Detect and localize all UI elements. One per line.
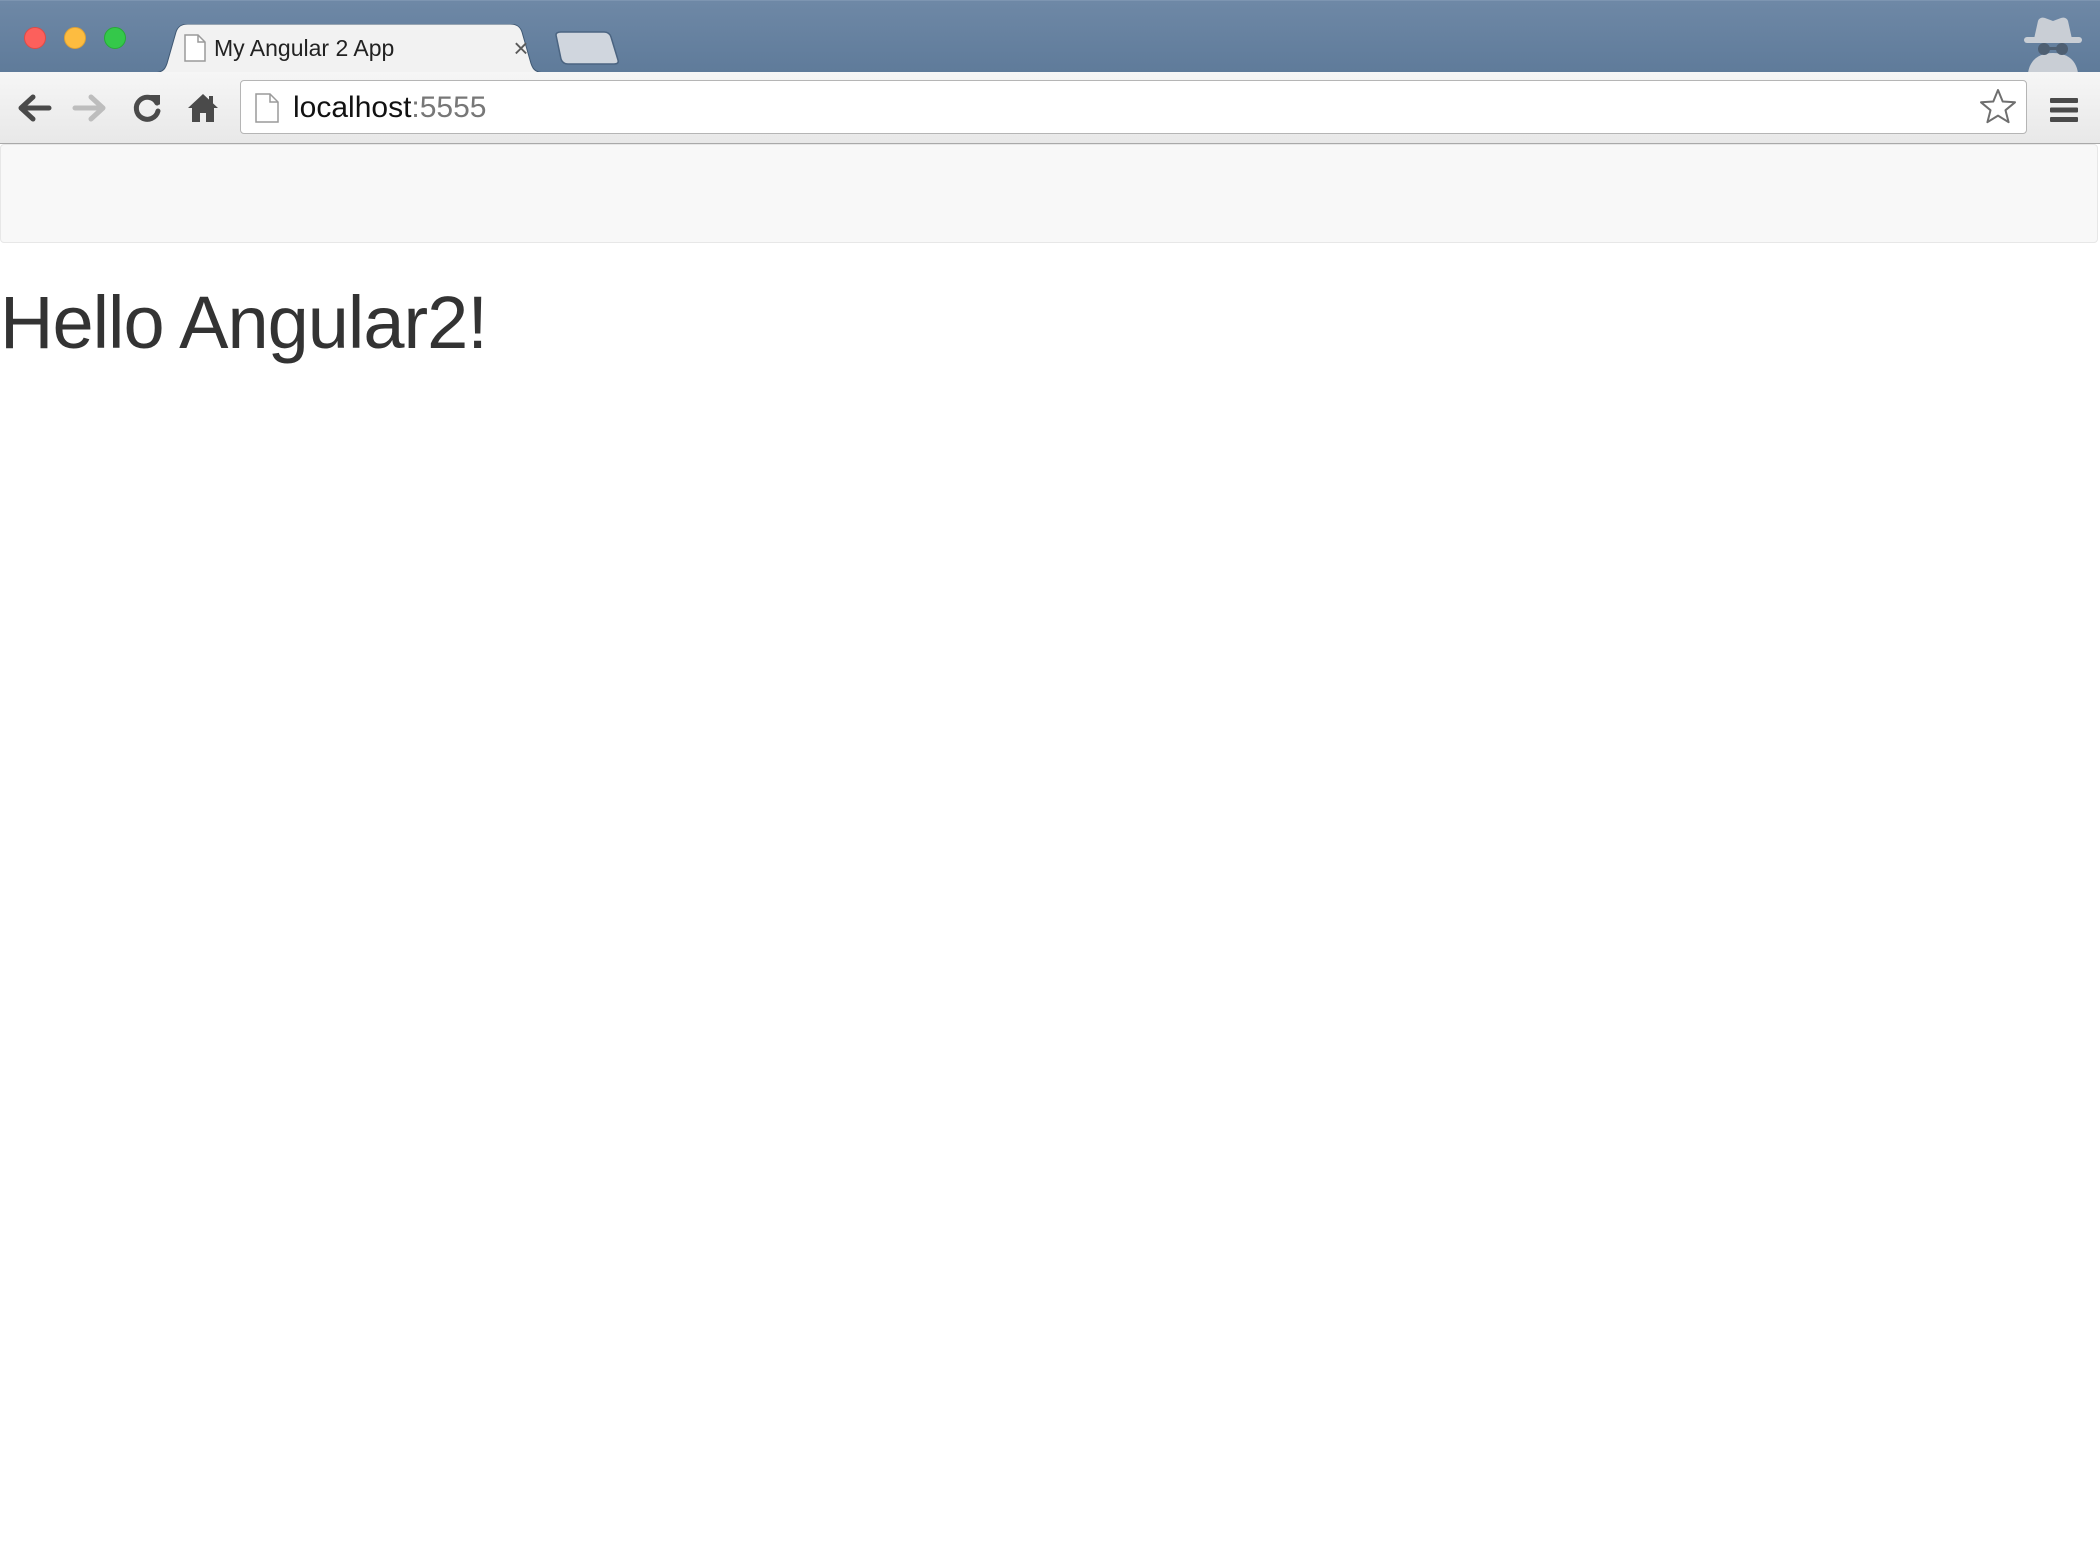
browser-menu-button[interactable] [2042, 88, 2086, 132]
page-icon [184, 34, 206, 62]
browser-window: My Angular 2 App × localhost:5555 Hello … [0, 0, 2100, 1568]
page-icon [255, 93, 279, 123]
tab-close-icon[interactable]: × [507, 34, 535, 62]
url-port: :5555 [411, 91, 487, 124]
forward-arrow-icon [72, 94, 106, 122]
back-arrow-icon [18, 94, 52, 122]
address-bar[interactable]: localhost:5555 [240, 80, 2027, 134]
title-bar: My Angular 2 App × [0, 0, 2100, 73]
reload-button[interactable] [125, 86, 169, 130]
browser-toolbar: localhost:5555 [0, 72, 2100, 144]
close-window-button[interactable] [24, 27, 46, 49]
maximize-window-button[interactable] [104, 27, 126, 49]
page-content: Hello Angular2! [0, 144, 2100, 1568]
url-text[interactable]: localhost:5555 [293, 91, 486, 125]
home-icon [188, 94, 218, 122]
forward-button[interactable] [68, 86, 112, 130]
star-icon[interactable] [1978, 87, 2018, 127]
tab-title: My Angular 2 App [214, 35, 395, 61]
new-tab-button[interactable] [552, 31, 620, 65]
page-heading: Hello Angular2! [0, 281, 488, 364]
minimize-window-button[interactable] [64, 27, 86, 49]
home-button[interactable] [181, 86, 225, 130]
tab-active[interactable]: My Angular 2 App × [152, 24, 546, 73]
navbar [0, 144, 2098, 243]
reload-icon [133, 94, 161, 122]
url-host: localhost [293, 91, 412, 124]
incognito-icon[interactable] [2018, 13, 2088, 73]
hamburger-menu-icon [2050, 98, 2078, 122]
back-button[interactable] [12, 86, 56, 130]
